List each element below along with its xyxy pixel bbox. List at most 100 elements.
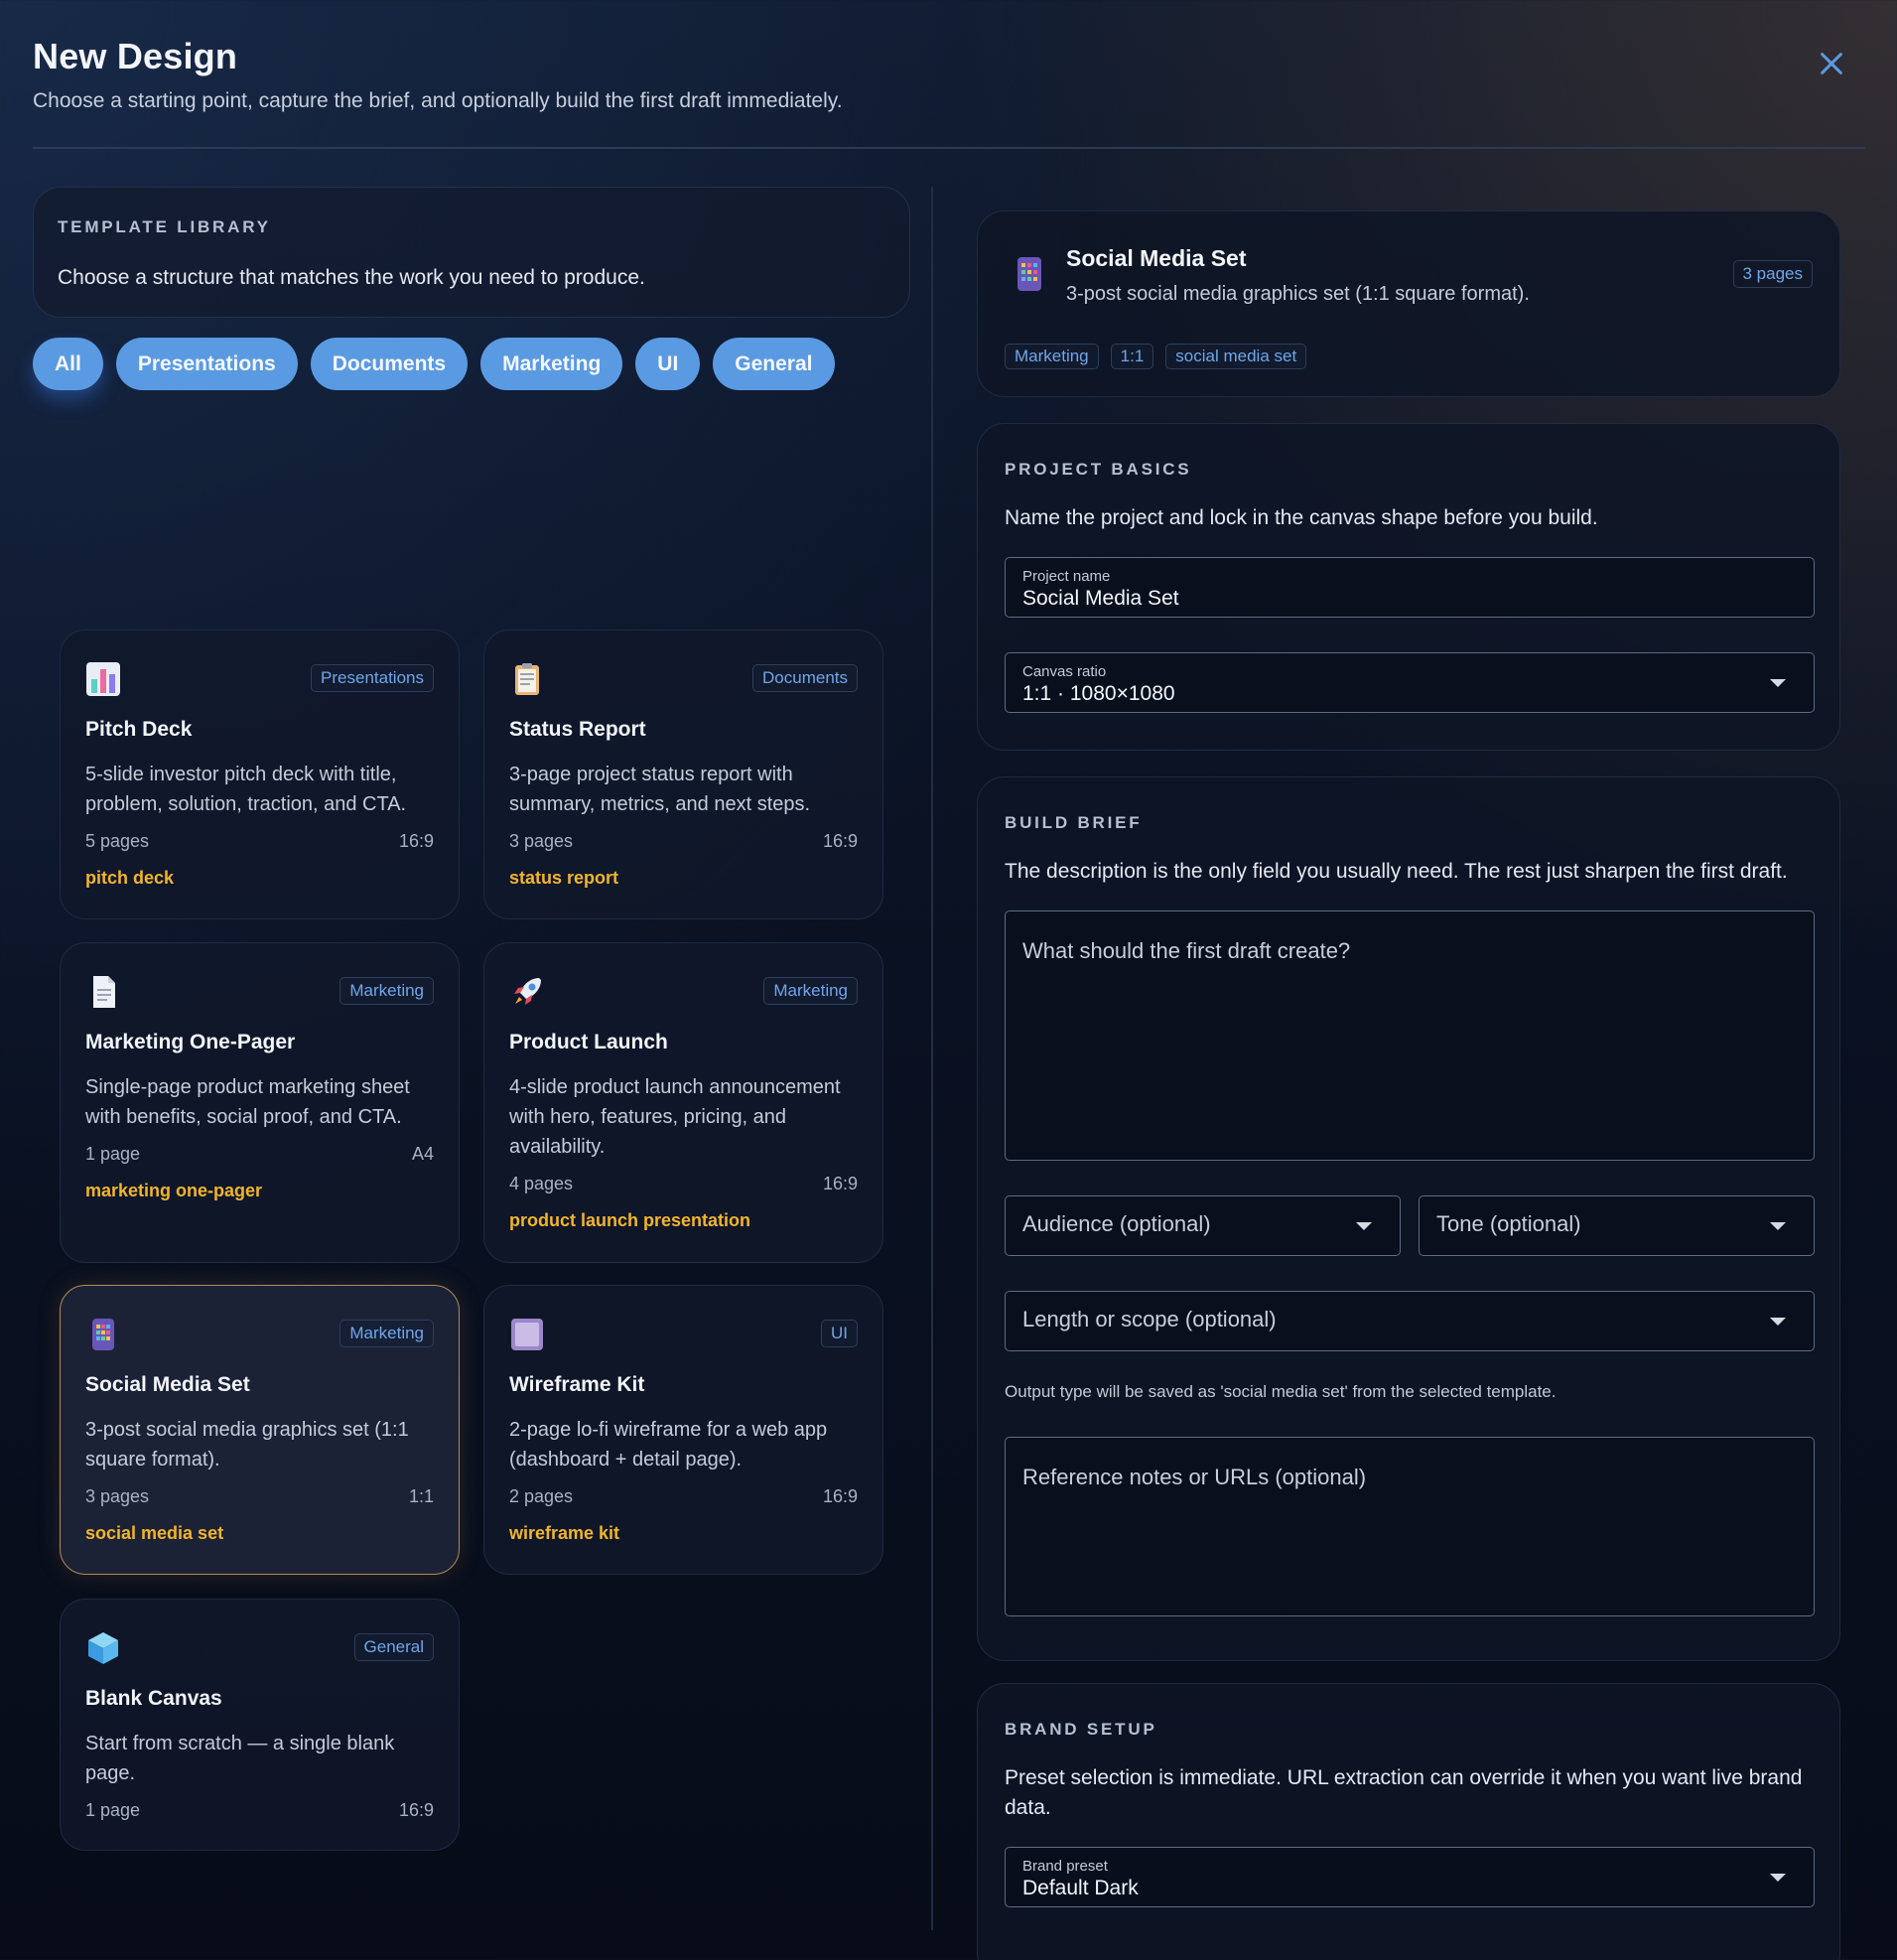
selected-template-description: 3-post social media graphics set (1:1 sq… bbox=[1066, 283, 1530, 305]
template-output-type: pitch deck bbox=[85, 868, 175, 888]
field-placeholder: Length or scope (optional) bbox=[1022, 1307, 1277, 1331]
template-pages: 1 page bbox=[85, 1144, 141, 1164]
selected-template-title: Social Media Set bbox=[1066, 245, 1247, 271]
field-label: Project name bbox=[1022, 568, 1111, 585]
length-scope-select[interactable]: Length or scope (optional) bbox=[1005, 1291, 1815, 1351]
template-title: Blank Canvas bbox=[85, 1687, 222, 1710]
grid-phone-icon bbox=[85, 1316, 121, 1353]
template-library-column: TEMPLATE LIBRARY Choose a structure that… bbox=[33, 187, 910, 1851]
chevron-down-icon bbox=[1770, 1317, 1786, 1326]
chevron-down-icon bbox=[1356, 1221, 1372, 1230]
project-basics-panel: PROJECT BASICS Name the project and lock… bbox=[977, 423, 1840, 751]
output-type-note: Output type will be saved as 'social med… bbox=[1005, 1382, 1557, 1401]
template-pages: 3 pages bbox=[509, 831, 574, 851]
section-description: The description is the only field you us… bbox=[1005, 860, 1788, 883]
filter-chip-presentations[interactable]: Presentations bbox=[115, 338, 298, 390]
section-label: BRAND SETUP bbox=[1005, 1720, 1157, 1739]
template-title: Marketing One-Pager bbox=[85, 1031, 296, 1053]
template-card-marketing-one-pager[interactable]: Marketing Marketing One-Pager Single-pag… bbox=[60, 942, 460, 1263]
template-card-product-launch[interactable]: Marketing Product Launch 4-slide product… bbox=[483, 942, 883, 1263]
template-title: Social Media Set bbox=[85, 1373, 250, 1396]
template-title: Pitch Deck bbox=[85, 718, 193, 741]
selected-template-panel: Social Media Set 3-post social media gra… bbox=[977, 210, 1840, 397]
template-description: 4-slide product launch announcement with… bbox=[509, 1076, 841, 1158]
filter-chip-documents[interactable]: Documents bbox=[310, 338, 469, 390]
chevron-down-icon bbox=[1770, 1221, 1786, 1230]
canvas-ratio-select[interactable]: Canvas ratio 1:1 · 1080×1080 bbox=[1005, 652, 1815, 713]
section-description: Preset selection is immediate. URL extra… bbox=[1005, 1766, 1803, 1819]
template-output-type: status report bbox=[509, 868, 619, 888]
field-value: 1:1 · 1080×1080 bbox=[1022, 682, 1175, 705]
template-ratio: 16:9 bbox=[822, 1174, 858, 1193]
field-placeholder: Tone (optional) bbox=[1436, 1211, 1581, 1236]
template-category-tag: Documents bbox=[752, 664, 858, 692]
template-output-type: marketing one-pager bbox=[85, 1181, 263, 1200]
bar-chart-icon bbox=[85, 660, 121, 698]
template-ratio: 16:9 bbox=[822, 831, 858, 851]
field-placeholder: Audience (optional) bbox=[1022, 1211, 1211, 1236]
template-card-status-report[interactable]: Documents Status Report 3-page project s… bbox=[483, 630, 883, 919]
template-output-type: product launch presentation bbox=[509, 1210, 751, 1230]
field-label: Canvas ratio bbox=[1022, 663, 1107, 680]
filter-chip-general[interactable]: General bbox=[713, 338, 835, 390]
field-label: Brand preset bbox=[1022, 1858, 1108, 1875]
filter-chip-ui[interactable]: UI bbox=[635, 338, 701, 390]
template-category-tag: Marketing bbox=[763, 977, 858, 1005]
template-title: Wireframe Kit bbox=[509, 1373, 645, 1396]
template-title: Product Launch bbox=[509, 1031, 668, 1053]
template-output-type: social media set bbox=[85, 1523, 224, 1543]
template-ratio: 16:9 bbox=[398, 1800, 434, 1820]
template-category-tag: Presentations bbox=[311, 664, 434, 692]
template-output-type: wireframe kit bbox=[509, 1523, 620, 1543]
section-label: BUILD BRIEF bbox=[1005, 813, 1143, 832]
template-pages: 5 pages bbox=[85, 831, 150, 851]
filter-chips: All Presentations Documents Marketing UI… bbox=[33, 338, 835, 390]
template-card-blank-canvas[interactable]: General Blank Canvas Start from scratch … bbox=[60, 1599, 460, 1851]
filter-chip-marketing[interactable]: Marketing bbox=[480, 338, 623, 390]
field-placeholder: What should the first draft create? bbox=[1022, 938, 1351, 963]
column-divider bbox=[931, 187, 933, 1930]
dialog-subtitle: Choose a starting point, capture the bri… bbox=[33, 89, 843, 112]
close-icon bbox=[1821, 53, 1842, 74]
close-button[interactable] bbox=[1812, 44, 1851, 83]
tone-select[interactable]: Tone (optional) bbox=[1419, 1195, 1815, 1256]
selected-template-tags: Marketing 1:1 social media set bbox=[1005, 344, 1307, 369]
template-description: 2-page lo-fi wireframe for a web app (da… bbox=[509, 1419, 828, 1470]
field-value: Default Dark bbox=[1022, 1877, 1139, 1899]
section-label: TEMPLATE LIBRARY bbox=[58, 217, 271, 236]
frame-icon bbox=[509, 1316, 545, 1353]
audience-select[interactable]: Audience (optional) bbox=[1005, 1195, 1401, 1256]
selected-tag: 1:1 bbox=[1110, 344, 1154, 369]
section-description: Name the project and lock in the canvas … bbox=[1005, 506, 1598, 529]
selected-tag: Marketing bbox=[1005, 344, 1099, 369]
template-description: Single-page product marketing sheet with… bbox=[85, 1076, 410, 1128]
chevron-down-icon bbox=[1770, 1873, 1786, 1882]
field-placeholder: Reference notes or URLs (optional) bbox=[1022, 1465, 1367, 1489]
dialog-title: New Design bbox=[33, 36, 238, 76]
template-description: 3-post social media graphics set (1:1 sq… bbox=[85, 1419, 409, 1470]
chevron-down-icon bbox=[1770, 678, 1786, 687]
template-card-pitch-deck[interactable]: Presentations Pitch Deck 5-slide investo… bbox=[60, 630, 460, 919]
reference-notes-textarea[interactable]: Reference notes or URLs (optional) bbox=[1005, 1437, 1815, 1616]
template-card-wireframe-kit[interactable]: UI Wireframe Kit 2-page lo-fi wireframe … bbox=[483, 1285, 883, 1575]
template-card-social-media-set[interactable]: Marketing Social Media Set 3-post social… bbox=[60, 1285, 460, 1575]
rocket-icon bbox=[509, 973, 545, 1011]
brand-setup-panel: BRAND SETUP Preset selection is immediat… bbox=[977, 1683, 1840, 1960]
template-ratio: A4 bbox=[411, 1144, 434, 1164]
document-icon bbox=[85, 973, 121, 1011]
build-brief-panel: BUILD BRIEF The description is the only … bbox=[977, 776, 1840, 1661]
template-category-tag: General bbox=[353, 1633, 434, 1661]
template-ratio: 1:1 bbox=[408, 1486, 434, 1506]
project-name-field[interactable]: Project name Social Media Set bbox=[1005, 557, 1815, 618]
description-textarea[interactable]: What should the first draft create? bbox=[1005, 910, 1815, 1161]
selected-template-pages-badge: 3 pages bbox=[1732, 260, 1813, 288]
template-ratio: 16:9 bbox=[822, 1486, 858, 1506]
filter-chip-all[interactable]: All bbox=[33, 338, 103, 390]
template-pages: 1 page bbox=[85, 1800, 141, 1820]
cube-icon bbox=[85, 1629, 121, 1667]
clipboard-icon bbox=[509, 660, 545, 698]
template-description: Start from scratch — a single blank page… bbox=[85, 1733, 395, 1784]
section-description: Choose a structure that matches the work… bbox=[58, 266, 645, 289]
section-label: PROJECT BASICS bbox=[1005, 460, 1192, 479]
brand-preset-select[interactable]: Brand preset Default Dark bbox=[1005, 1847, 1815, 1907]
